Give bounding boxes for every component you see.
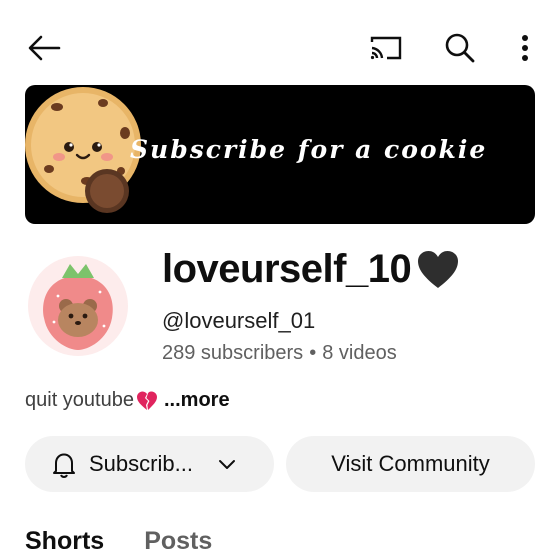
broken-heart-icon <box>136 391 157 410</box>
cast-icon <box>370 36 402 60</box>
description-text: quit youtube <box>25 389 134 411</box>
search-icon <box>445 33 475 63</box>
channel-tabs: Shorts Posts <box>25 527 212 556</box>
channel-handle: @loveurself_01 <box>162 308 316 333</box>
more-link[interactable]: ...more <box>164 389 230 412</box>
banner-text: Subscribe for a cookie <box>130 135 488 164</box>
tab-shorts[interactable]: Shorts <box>25 527 104 556</box>
tab-posts[interactable]: Posts <box>144 527 212 556</box>
black-heart-icon <box>418 250 459 288</box>
strawberry-bear-avatar <box>28 256 128 356</box>
channel-banner: Subscribe for a cookie <box>25 85 535 224</box>
visit-community-button[interactable]: Visit Community <box>286 436 535 492</box>
subscribe-button[interactable]: Subscrib... <box>25 436 274 492</box>
chevron-down-icon <box>218 460 235 469</box>
subscriber-count: 289 subscribers <box>162 342 304 364</box>
cast-button[interactable] <box>364 30 408 66</box>
channel-name-text: loveurself_10 <box>162 247 412 291</box>
bell-icon <box>53 453 75 479</box>
channel-avatar[interactable] <box>28 256 128 356</box>
more-options-button[interactable] <box>508 28 542 68</box>
search-button[interactable] <box>438 28 482 68</box>
arrow-left-icon <box>28 35 61 61</box>
subscribe-label: Subscrib... <box>89 451 193 476</box>
visit-community-label: Visit Community <box>331 451 490 476</box>
more-vertical-icon <box>522 35 528 61</box>
channel-stats: 289 subscribers • 8 videos <box>162 342 397 365</box>
back-button[interactable] <box>22 30 66 66</box>
top-app-bar <box>0 0 560 96</box>
channel-name: loveurself_10 <box>162 247 461 292</box>
video-count: 8 videos <box>322 342 397 364</box>
separator-dot: • <box>309 342 317 364</box>
channel-description[interactable]: quit youtube ...more <box>25 389 230 412</box>
